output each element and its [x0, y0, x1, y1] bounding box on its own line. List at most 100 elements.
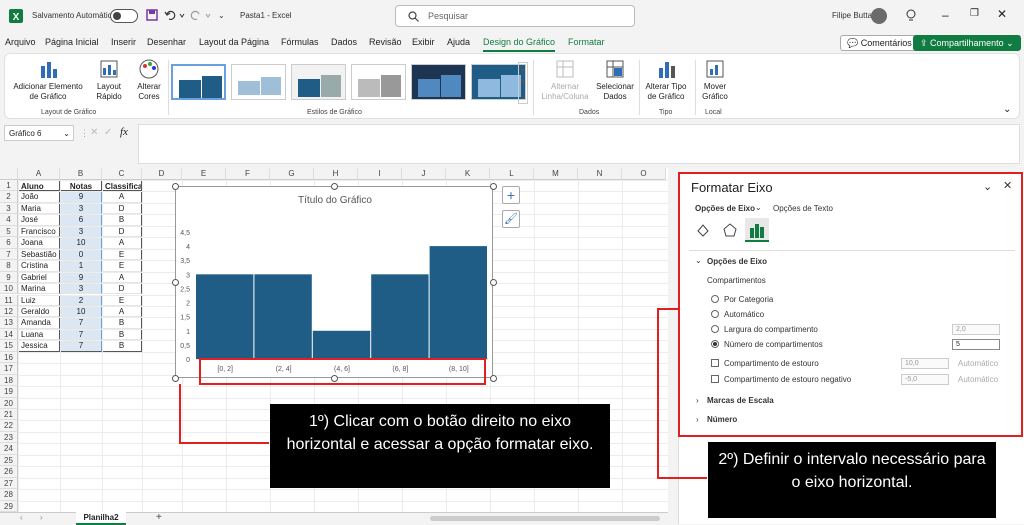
- formula-input[interactable]: [138, 124, 1020, 164]
- row-header[interactable]: 14: [0, 328, 18, 341]
- table-cell[interactable]: D: [102, 225, 142, 238]
- select-all-corner[interactable]: [0, 168, 18, 180]
- collapse-ribbon-icon[interactable]: ⌄: [1003, 104, 1011, 115]
- chart-resize-handle[interactable]: [172, 183, 179, 190]
- search-box[interactable]: Pesquisar: [395, 5, 635, 27]
- table-cell[interactable]: Maria: [18, 202, 60, 215]
- tab-inserir[interactable]: Inserir: [111, 37, 136, 47]
- y-tick-label[interactable]: 3,5: [180, 258, 190, 265]
- comments-button[interactable]: 💬 Comentários: [840, 35, 919, 51]
- tab-exibir[interactable]: Exibir: [412, 37, 435, 47]
- y-tick-label[interactable]: 0: [186, 357, 190, 364]
- chart-style-3[interactable]: [291, 64, 346, 100]
- row-header[interactable]: 29: [0, 500, 18, 513]
- chart-resize-handle[interactable]: [331, 183, 338, 190]
- chart-resize-handle[interactable]: [490, 375, 497, 382]
- table-cell[interactable]: Amanda: [18, 317, 60, 329]
- restore-button[interactable]: ❐: [970, 8, 979, 19]
- table-cell[interactable]: Geraldo: [18, 305, 60, 318]
- chart-title[interactable]: Título do Gráfico: [298, 195, 372, 206]
- table-cell[interactable]: 0: [60, 248, 102, 261]
- y-tick-label[interactable]: 0,5: [180, 343, 190, 350]
- confirm-icon[interactable]: ✓: [104, 127, 112, 138]
- table-cell[interactable]: 7: [60, 317, 102, 329]
- chart-style-4[interactable]: [351, 64, 406, 100]
- row-header[interactable]: 17: [0, 363, 18, 375]
- table-cell[interactable]: B: [102, 340, 142, 352]
- sheet-tab-planilha2[interactable]: Planilha2: [76, 512, 126, 525]
- column-header[interactable]: O: [622, 168, 666, 180]
- row-header[interactable]: 27: [0, 477, 18, 490]
- column-header[interactable]: N: [578, 168, 622, 180]
- table-cell[interactable]: 10: [60, 305, 102, 318]
- chart-style-1[interactable]: [171, 64, 226, 100]
- save-icon[interactable]: [146, 9, 158, 21]
- row-header[interactable]: 10: [0, 283, 18, 295]
- chart-resize-handle[interactable]: [331, 375, 338, 382]
- row-header[interactable]: 13: [0, 317, 18, 329]
- table-cell[interactable]: José: [18, 214, 60, 226]
- add-sheet-button[interactable]: +: [156, 512, 162, 523]
- table-cell[interactable]: D: [102, 202, 142, 215]
- styles-scroll[interactable]: ▲ ▼ ⌄: [518, 62, 528, 104]
- row-header[interactable]: 3: [0, 202, 18, 215]
- y-tick-label[interactable]: 1: [186, 329, 190, 336]
- tab-arquivo[interactable]: Arquivo: [5, 37, 36, 47]
- table-cell[interactable]: 1: [60, 260, 102, 272]
- table-cell[interactable]: D: [102, 283, 142, 295]
- row-header[interactable]: 16: [0, 351, 18, 364]
- column-header[interactable]: L: [490, 168, 534, 180]
- column-header[interactable]: C: [102, 168, 142, 180]
- chart[interactable]: Título do Gráfico 0 0,5 1 1,5 2 2,5 3 3,5 4 4,5 [0,…: [175, 186, 493, 378]
- column-header[interactable]: K: [446, 168, 490, 180]
- row-header[interactable]: 19: [0, 386, 18, 398]
- table-cell[interactable]: Francisco: [18, 225, 60, 238]
- table-cell[interactable]: João: [18, 191, 60, 203]
- table-cell[interactable]: 6: [60, 214, 102, 226]
- select-data-button[interactable]: Selecionar Dados: [595, 58, 635, 102]
- table-cell[interactable]: 3: [60, 202, 102, 215]
- close-button[interactable]: ✕: [997, 7, 1007, 21]
- table-cell[interactable]: B: [102, 214, 142, 226]
- chart-style-5[interactable]: [411, 64, 466, 100]
- histogram-chart[interactable]: Título do Gráfico00,511,522,533,544,5[0,…: [176, 187, 494, 379]
- column-header[interactable]: M: [534, 168, 578, 180]
- chart-elements-button[interactable]: +: [502, 186, 520, 204]
- row-header[interactable]: 26: [0, 466, 18, 478]
- lightbulb-icon[interactable]: [905, 9, 917, 23]
- row-header[interactable]: 24: [0, 443, 18, 455]
- next-sheet-icon[interactable]: ›: [40, 513, 43, 522]
- undo-icon[interactable]: [164, 9, 186, 21]
- row-header[interactable]: 9: [0, 271, 18, 284]
- minimize-button[interactable]: –: [942, 8, 949, 22]
- table-cell[interactable]: Jessica: [18, 340, 60, 352]
- table-cell[interactable]: 9: [60, 191, 102, 203]
- chart-style-2[interactable]: [231, 64, 286, 100]
- table-cell[interactable]: B: [102, 328, 142, 341]
- fx-icon[interactable]: fx: [120, 126, 128, 138]
- table-cell[interactable]: B: [102, 317, 142, 329]
- histogram-bar[interactable]: [312, 330, 371, 359]
- table-cell[interactable]: 9: [60, 271, 102, 284]
- table-cell[interactable]: 2: [60, 294, 102, 306]
- table-cell[interactable]: A: [102, 237, 142, 249]
- table-cell[interactable]: Joana: [18, 237, 60, 249]
- table-cell[interactable]: Sebastião: [18, 248, 60, 261]
- chart-resize-handle[interactable]: [490, 183, 497, 190]
- table-header-cell[interactable]: Notas: [60, 180, 102, 192]
- change-chart-type-button[interactable]: Alterar Tipo de Gráfico: [641, 58, 691, 102]
- y-tick-label[interactable]: 4,5: [180, 230, 190, 237]
- column-header[interactable]: A: [18, 168, 60, 180]
- share-button[interactable]: ⇪ Compartilhamento ⌄: [913, 35, 1021, 51]
- table-cell[interactable]: Luana: [18, 328, 60, 341]
- row-header[interactable]: 11: [0, 294, 18, 306]
- avatar[interactable]: [871, 8, 887, 24]
- y-tick-label[interactable]: 2: [186, 301, 190, 308]
- column-header[interactable]: B: [60, 168, 102, 180]
- autosave-toggle[interactable]: [110, 9, 138, 23]
- row-header[interactable]: 7: [0, 248, 18, 261]
- row-header[interactable]: 4: [0, 214, 18, 226]
- row-header[interactable]: 18: [0, 374, 18, 387]
- table-cell[interactable]: 3: [60, 283, 102, 295]
- histogram-bar[interactable]: [429, 246, 487, 359]
